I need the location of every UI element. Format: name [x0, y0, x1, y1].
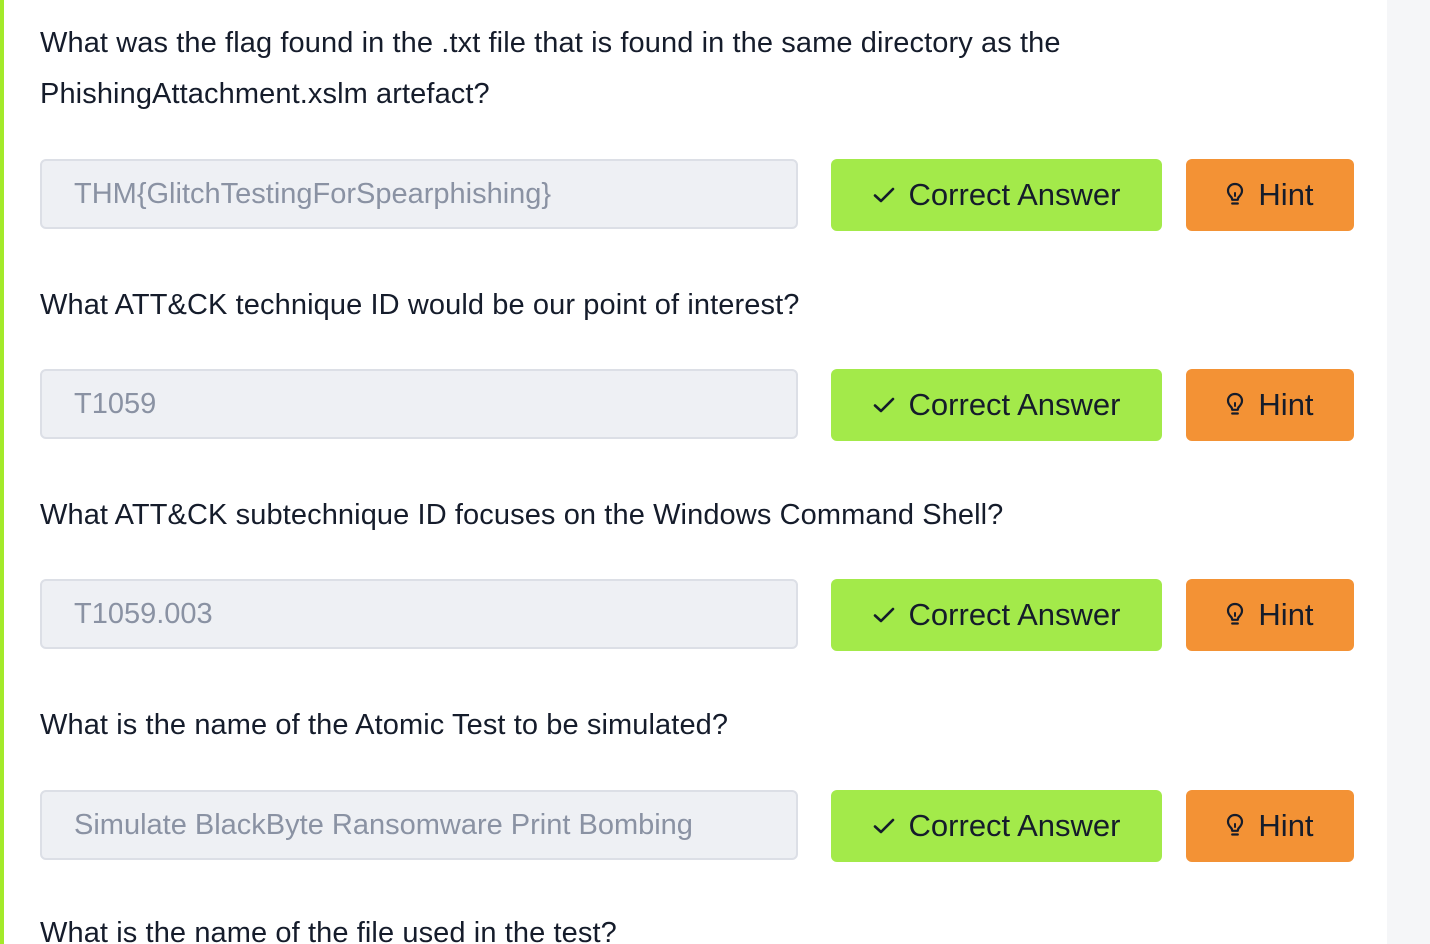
question-4-answer-field[interactable] [40, 790, 798, 860]
question-3: What ATT&CK subtechnique ID focuses on t… [40, 490, 1354, 651]
hint-label: Hint [1258, 177, 1314, 212]
correct-answer-label: Correct Answer [908, 177, 1121, 212]
question-3-correct-answer-button[interactable]: Correct Answer [831, 579, 1162, 651]
check-icon [873, 817, 895, 835]
question-1-text-line-1: What was the flag found in the .txt file… [40, 27, 1061, 59]
lightbulb-icon [1226, 182, 1244, 208]
correct-answer-label: Correct Answer [908, 808, 1121, 843]
hint-label: Hint [1258, 597, 1314, 632]
check-icon [873, 606, 895, 624]
correct-answer-label: Correct Answer [908, 387, 1121, 422]
question-5: What is the name of the file used in the… [40, 908, 1340, 944]
question-4: What is the name of the Atomic Test to b… [40, 700, 1354, 862]
question-2-answer-row: Correct Answer Hint [40, 369, 1354, 441]
question-5-text: What is the name of the file used in the… [40, 917, 617, 944]
lightbulb-icon [1226, 602, 1244, 628]
question-3-text: What ATT&CK subtechnique ID focuses on t… [40, 499, 1004, 531]
check-icon [873, 396, 895, 414]
question-2: What ATT&CK technique ID would be our po… [40, 280, 1354, 441]
question-1-text-line-2: PhishingAttachment.xslm artefact? [40, 78, 490, 110]
question-3-hint-button[interactable]: Hint [1186, 579, 1354, 651]
question-4-answer-row: Correct Answer Hint [40, 790, 1354, 862]
question-2-text: What ATT&CK technique ID would be our po… [40, 289, 800, 321]
question-2-correct-answer-button[interactable]: Correct Answer [831, 369, 1162, 441]
lightbulb-icon [1226, 813, 1244, 839]
question-1-hint-button[interactable]: Hint [1186, 159, 1354, 231]
hint-label: Hint [1258, 387, 1314, 422]
question-2-answer-field[interactable] [40, 369, 798, 439]
task-accent-bar [0, 0, 4, 944]
question-4-correct-answer-button[interactable]: Correct Answer [831, 790, 1162, 862]
question-2-hint-button[interactable]: Hint [1186, 369, 1354, 441]
task-panel: What was the flag found in the .txt file… [0, 0, 1387, 944]
question-3-answer-row: Correct Answer Hint [40, 579, 1354, 651]
question-1-answer-row: Correct Answer Hint [40, 159, 1354, 231]
question-4-text: What is the name of the Atomic Test to b… [40, 709, 729, 741]
hint-label: Hint [1258, 808, 1314, 843]
lightbulb-icon [1226, 392, 1244, 418]
correct-answer-label: Correct Answer [908, 597, 1121, 632]
check-icon [873, 186, 895, 204]
question-1-answer-field[interactable] [40, 159, 798, 229]
question-4-hint-button[interactable]: Hint [1186, 790, 1354, 862]
question-1-correct-answer-button[interactable]: Correct Answer [831, 159, 1162, 231]
right-gutter [1387, 0, 1430, 944]
question-3-answer-field[interactable] [40, 579, 798, 649]
question-1: What was the flag found in the .txt file… [40, 18, 1354, 231]
